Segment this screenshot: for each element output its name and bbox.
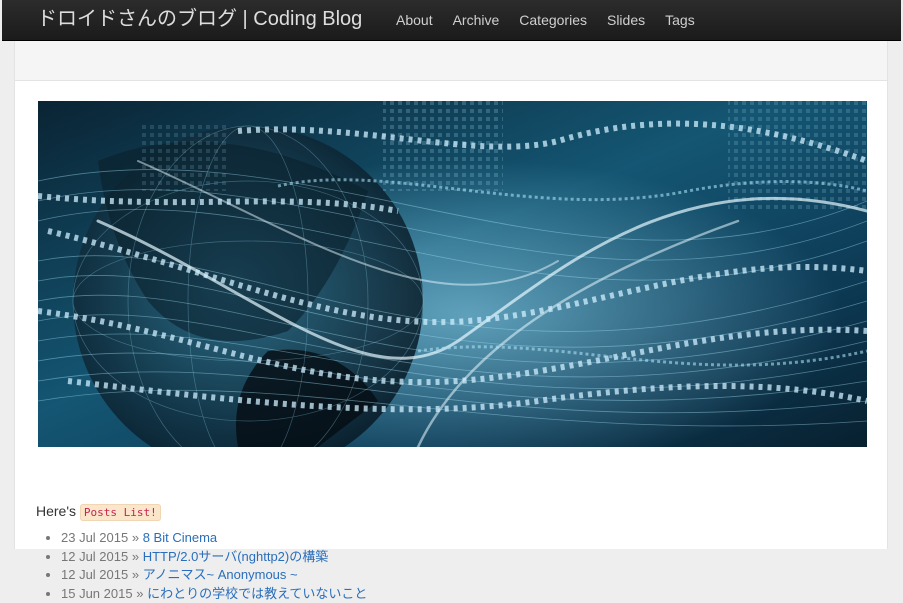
post-link[interactable]: にわとりの学校では教えていないこと [147, 586, 367, 601]
nav-item-categories[interactable]: Categories [509, 0, 597, 41]
sub-header-bar [15, 41, 887, 81]
nav-item-about[interactable]: About [386, 0, 443, 41]
post-list-item: 15 Jun 2015 » にわとりの学校では教えていないこと [61, 585, 367, 603]
post-separator: » [132, 549, 139, 564]
posts-intro: Here's Posts List! [36, 501, 161, 523]
main-nav: About Archive Categories Slides Tags [386, 0, 705, 41]
post-list-item: 12 Jul 2015 » アノニマス~ Anonymous ~ [61, 566, 367, 585]
post-date: 23 Jul 2015 [61, 530, 128, 545]
posts-list-code: Posts List! [80, 504, 161, 521]
post-link[interactable]: HTTP/2.0サーバ(nghttp2)の構築 [143, 549, 329, 564]
site-brand-link[interactable]: ドロイドさんのブログ | Coding Blog [37, 6, 362, 32]
post-separator: » [132, 530, 139, 545]
post-date: 12 Jul 2015 [61, 567, 128, 582]
post-date: 12 Jul 2015 [61, 549, 128, 564]
post-link[interactable]: アノニマス~ Anonymous ~ [143, 567, 298, 582]
main-content: Here's Posts List! 23 Jul 2015 » 8 Bit C… [15, 81, 887, 549]
hero-banner-image [38, 101, 867, 447]
nav-item-tags[interactable]: Tags [655, 0, 705, 41]
post-date: 15 Jun 2015 [61, 586, 133, 601]
nav-item-slides[interactable]: Slides [597, 0, 655, 41]
posts-list: 23 Jul 2015 » 8 Bit Cinema 12 Jul 2015 »… [36, 529, 367, 603]
post-link[interactable]: 8 Bit Cinema [143, 530, 217, 545]
nav-item-archive[interactable]: Archive [443, 0, 510, 41]
post-separator: » [136, 586, 143, 601]
post-list-item: 23 Jul 2015 » 8 Bit Cinema [61, 529, 367, 548]
intro-prefix: Here's [36, 503, 76, 519]
post-separator: » [132, 567, 139, 582]
page-container: Here's Posts List! 23 Jul 2015 » 8 Bit C… [14, 41, 888, 549]
post-list-item: 12 Jul 2015 » HTTP/2.0サーバ(nghttp2)の構築 [61, 548, 367, 567]
top-navbar: ドロイドさんのブログ | Coding Blog About Archive C… [2, 0, 901, 41]
